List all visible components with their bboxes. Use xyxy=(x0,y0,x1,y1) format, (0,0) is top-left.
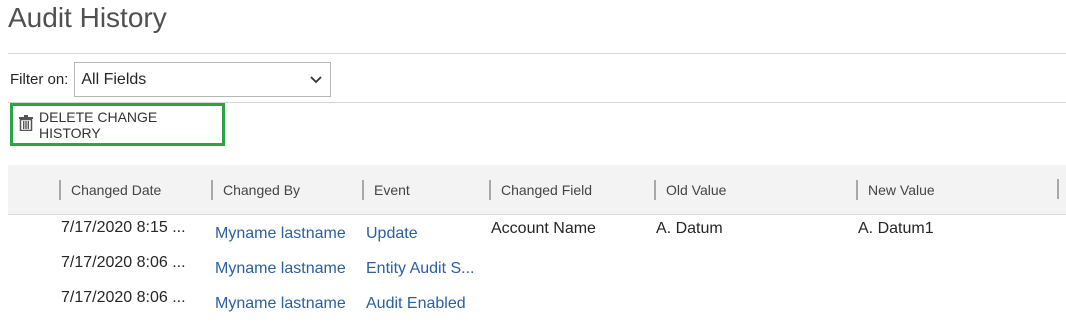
column-separator xyxy=(59,179,61,200)
old-value-cell: A. Datum xyxy=(656,220,723,237)
changed-by-link[interactable]: Myname lastname xyxy=(215,225,346,243)
column-header-label: Old Value xyxy=(666,181,727,198)
event-link[interactable]: Update xyxy=(366,225,418,243)
changed-field-cell: Account Name xyxy=(491,220,596,237)
column-separator xyxy=(362,179,364,200)
table-row[interactable]: 7/17/2020 8:06 ... Myname lastname Audit… xyxy=(0,283,1066,317)
changed-date-cell: 7/17/2020 8:06 ... xyxy=(61,289,186,306)
column-header-new-value[interactable]: New Value xyxy=(856,165,935,214)
column-header-event[interactable]: Event xyxy=(362,165,410,214)
filter-row: Filter on: All Fields xyxy=(10,61,332,98)
filter-select[interactable]: All Fields xyxy=(74,62,332,97)
delete-change-history-button[interactable]: DELETE CHANGE HISTORY xyxy=(10,103,225,146)
column-header-label: Changed Field xyxy=(501,181,593,198)
column-separator xyxy=(211,179,213,200)
column-separator xyxy=(856,179,858,200)
column-header-label: Event xyxy=(374,181,410,198)
trash-icon xyxy=(19,115,39,134)
changed-date-cell: 7/17/2020 8:06 ... xyxy=(61,254,186,271)
chevron-down-icon xyxy=(310,71,322,89)
column-header-old-value[interactable]: Old Value xyxy=(654,165,726,214)
column-header-label: Changed Date xyxy=(71,181,162,198)
delete-button-label: DELETE CHANGE HISTORY xyxy=(39,108,158,141)
event-link[interactable]: Audit Enabled xyxy=(366,295,466,313)
column-header-label: Changed By xyxy=(223,181,301,198)
changed-date-cell: 7/17/2020 8:15 ... xyxy=(61,219,186,236)
changed-by-link[interactable]: Myname lastname xyxy=(215,260,346,278)
column-header-changed-date[interactable]: Changed Date xyxy=(59,165,161,214)
new-value-cell: A. Datum1 xyxy=(858,220,934,237)
table-row[interactable]: 7/17/2020 8:15 ... Myname lastname Updat… xyxy=(0,214,1066,248)
grid-header: Changed Date Changed By Event Changed Fi… xyxy=(8,165,1066,215)
event-link[interactable]: Entity Audit S... xyxy=(366,260,475,278)
table-row[interactable]: 7/17/2020 8:06 ... Myname lastname Entit… xyxy=(0,248,1066,282)
column-header-label: New Value xyxy=(868,181,935,198)
filter-select-value: All Fields xyxy=(81,70,147,88)
filter-label: Filter on: xyxy=(10,71,69,88)
title-divider xyxy=(8,53,1066,54)
column-separator xyxy=(489,179,491,200)
column-separator xyxy=(1057,179,1059,199)
column-separator xyxy=(654,179,656,200)
changed-by-link[interactable]: Myname lastname xyxy=(215,295,346,313)
column-header-changed-field[interactable]: Changed Field xyxy=(489,165,592,214)
page-title: Audit History xyxy=(8,2,167,33)
column-header-changed-by[interactable]: Changed By xyxy=(211,165,300,214)
